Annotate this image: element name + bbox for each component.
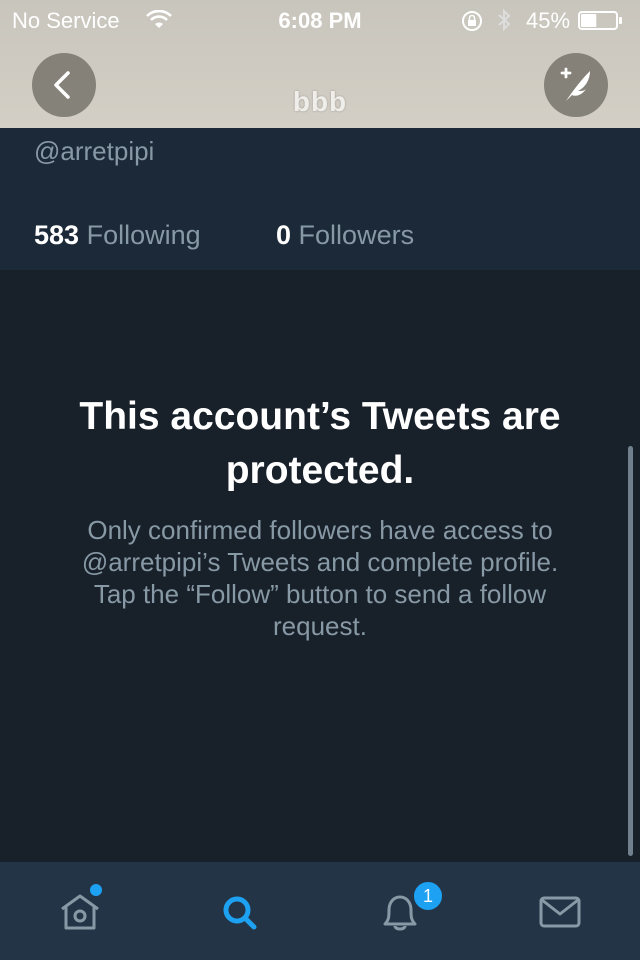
- following-count: 583: [34, 220, 80, 250]
- tab-search[interactable]: [210, 882, 270, 942]
- bluetooth-icon: [496, 8, 512, 38]
- notification-badge: 1: [412, 880, 444, 912]
- profile-header-banner: No Service 6:08 PM 45% bbb: [0, 0, 640, 128]
- tab-notifications[interactable]: 1: [370, 880, 444, 942]
- status-bar: No Service 6:08 PM 45%: [0, 0, 640, 40]
- protected-account-notice: This account’s Tweets are protected. Onl…: [0, 270, 640, 862]
- tab-messages[interactable]: [530, 882, 590, 942]
- following-label: Following: [86, 220, 201, 250]
- followers-count: 0: [276, 220, 292, 250]
- mail-icon: [539, 896, 581, 928]
- compose-tweet-icon: [560, 67, 590, 101]
- protected-description: Only confirmed followers have access to …: [81, 515, 559, 641]
- compose-tweet-button[interactable]: [544, 53, 608, 117]
- tab-bar: 1: [0, 862, 640, 960]
- battery-icon: [578, 11, 622, 30]
- followers-label: Followers: [298, 220, 415, 250]
- profile-handle: @arretpipi: [34, 136, 155, 166]
- followers-stat[interactable]: 0 Followers: [276, 220, 414, 251]
- following-stat[interactable]: 583 Following: [34, 220, 201, 251]
- rotation-lock-icon: [460, 10, 484, 38]
- tab-home[interactable]: [50, 882, 110, 942]
- home-new-dot: [90, 884, 102, 896]
- protected-title: This account’s Tweets are protected.: [79, 395, 561, 492]
- search-icon: [223, 896, 257, 930]
- battery-percent: 45%: [526, 8, 571, 33]
- scrollbar[interactable]: [628, 446, 633, 856]
- profile-info: @arretpipi 583 Following 0 Followers: [0, 128, 640, 270]
